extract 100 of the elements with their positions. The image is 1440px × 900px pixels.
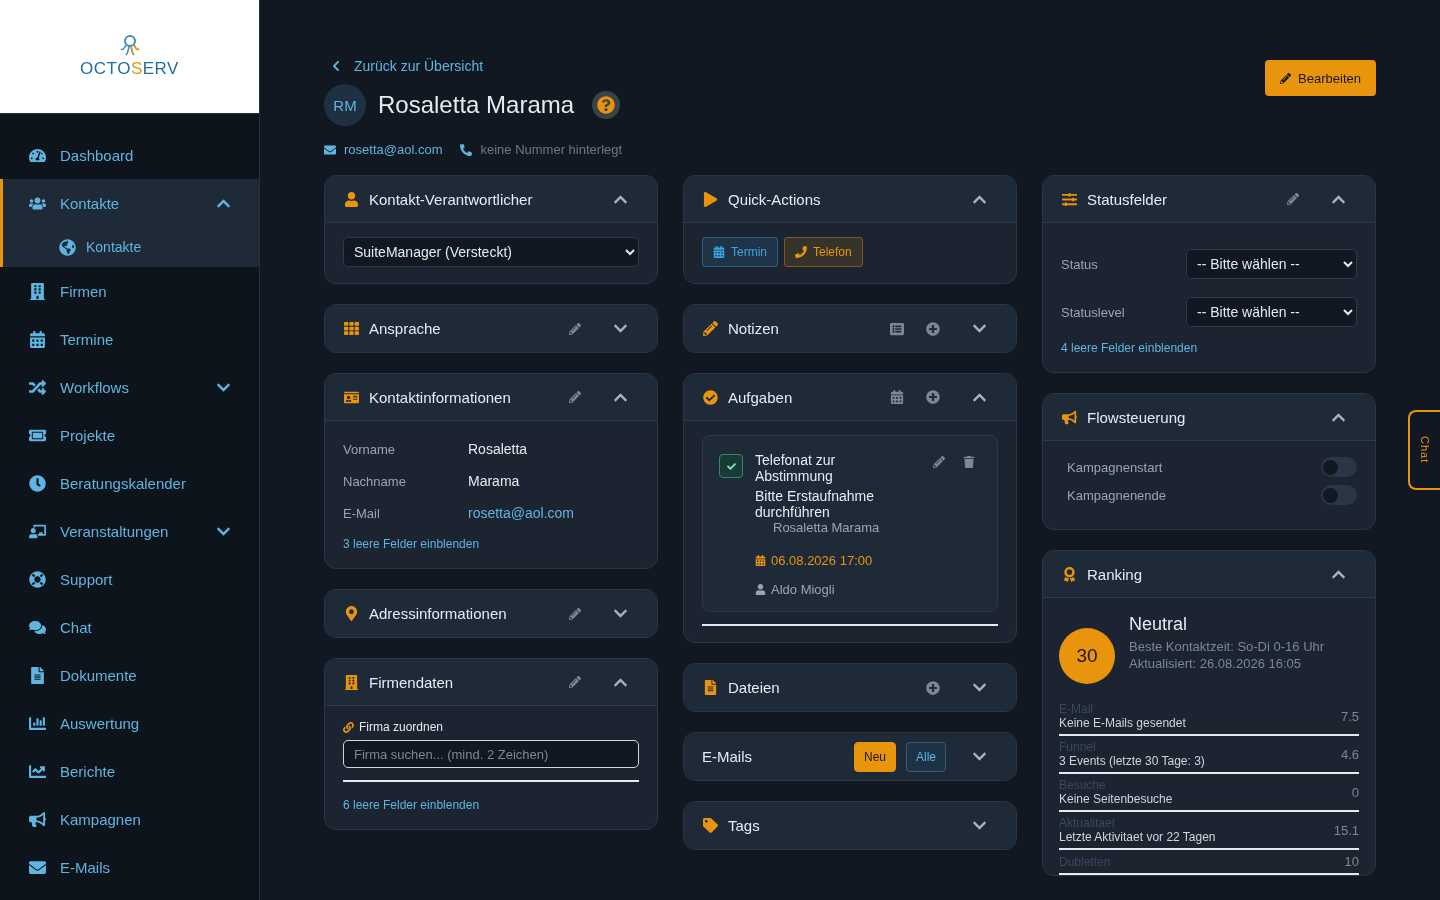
plus-icon (926, 390, 940, 404)
calendar-icon (755, 555, 766, 566)
edit-button[interactable]: Bearbeiten (1265, 60, 1376, 96)
email-link[interactable]: rosetta@aol.com (468, 505, 639, 521)
field-label: Nachname (343, 473, 407, 489)
toggle-label: Kampagnenstart (1067, 459, 1163, 475)
factor-value: 7.5 (1340, 708, 1359, 724)
logo: OCTOSERV (0, 0, 259, 114)
nav-item[interactable]: Chat (0, 603, 259, 651)
sliders-icon (1061, 191, 1077, 207)
globe-icon (58, 238, 76, 256)
nav-item[interactable]: E-Mails (0, 843, 259, 891)
chat-bubbles-icon (28, 618, 46, 636)
pencil-icon (1280, 72, 1292, 84)
nav-item[interactable]: Termine (0, 315, 259, 363)
panel-title: Firmendaten (369, 673, 455, 691)
building-icon (28, 282, 46, 300)
factor-description: 3 Events (letzte 30 Tage: 3) (1059, 754, 1206, 768)
megaphone-icon (28, 810, 46, 828)
octopus-icon (118, 34, 141, 57)
factor-value: 15.1 (1333, 822, 1359, 838)
panel-title: Dateien (728, 679, 781, 696)
nav-item[interactable]: Support (0, 555, 259, 603)
task-due-date: 06.08.2026 17:00 (771, 553, 873, 568)
panel-title: Ranking (1087, 565, 1144, 583)
filter-tab[interactable]: Neu (853, 741, 896, 772)
shuffle-icon (28, 378, 46, 396)
filter-tab[interactable]: Alle (906, 741, 946, 772)
phone-button[interactable]: Telefon (784, 237, 863, 267)
check-icon (726, 461, 736, 471)
nav-item[interactable]: Workflows (0, 363, 259, 411)
task-description: Bitte Erstaufnahme durchführen (755, 488, 876, 520)
chat-tab[interactable]: Chat (1408, 410, 1440, 490)
plus-icon (926, 680, 940, 695)
phone-icon (460, 143, 473, 156)
task-assignee: Aldo Miogli (771, 582, 835, 597)
clock-icon (28, 474, 46, 492)
gauge-icon (28, 146, 46, 164)
panel-title: Kontakt-Verantwortlicher (369, 190, 534, 208)
toggle-switch[interactable] (1321, 457, 1357, 477)
company-search-field[interactable]: Firma suchen... (mind. 2 Zeichen) (343, 740, 639, 768)
id-card-icon (343, 389, 359, 405)
responsible-select[interactable]: SuiteManager (Versteckt) (343, 237, 639, 267)
field-value: Marama (468, 473, 521, 489)
factor-value: 4.6 (1340, 746, 1359, 762)
field-label: Statuslevel (1061, 304, 1126, 320)
pencil-icon (569, 607, 581, 620)
pencil-icon (933, 456, 945, 468)
help-button[interactable] (592, 91, 621, 119)
nav-item[interactable]: Projekte (0, 411, 259, 459)
person-icon (755, 584, 766, 595)
ranking-detail: Aktualisiert: 26.08.2026 16:05 (1129, 656, 1302, 671)
person-icon (343, 191, 359, 207)
chevron-left-icon (330, 60, 342, 72)
field-label: E-Mail (343, 505, 381, 521)
envelope-icon (324, 143, 336, 156)
calendar-icon (890, 390, 904, 404)
nav-subitem[interactable]: Kontakte (0, 227, 259, 267)
document-icon (702, 680, 718, 695)
factor-description: Keine Seitenbesuche (1059, 792, 1174, 806)
task-checkbox[interactable] (719, 454, 743, 478)
envelope-icon (28, 858, 46, 876)
factor-description: Letzte Aktivitaet vor 22 Tagen (1059, 830, 1217, 844)
nav-item[interactable]: Dokumente (0, 651, 259, 699)
score-badge: 30 (1059, 628, 1115, 684)
tag-icon (702, 818, 718, 833)
nav-item[interactable]: Beratungskalender (0, 459, 259, 507)
calendar-icon (28, 330, 46, 348)
field-label: Firma zuordnen (359, 720, 444, 734)
appointment-button[interactable]: Termin (702, 237, 778, 267)
rating-label: Neutral (1129, 614, 1189, 635)
show-empty-fields-link[interactable]: 6 leere Felder einblenden (343, 798, 480, 812)
back-link[interactable]: Zurück zur Übersicht (324, 58, 623, 74)
ranking-detail: Beste Kontaktzeit: So-Di 0-16 Uhr (1129, 639, 1325, 654)
toggle-label: Kampagnenende (1067, 487, 1167, 503)
panel-title: E-Mails (702, 748, 753, 765)
nav-item[interactable]: Dashboard (0, 131, 259, 179)
nav-item[interactable]: Veranstaltungen (0, 507, 259, 555)
show-empty-fields-link[interactable]: 3 leere Felder einblenden (343, 537, 480, 551)
nav-item[interactable]: Berichte (0, 747, 259, 795)
email-link[interactable]: rosetta@aol.com (344, 142, 443, 157)
panel-title: Flowsteuerung (1087, 408, 1187, 426)
show-empty-fields-link[interactable]: 4 leere Felder einblenden (1061, 341, 1198, 355)
field-value: Rosaletta (468, 441, 529, 457)
field-label: Status (1061, 256, 1099, 272)
phone-icon (795, 246, 807, 258)
help-icon (597, 96, 616, 114)
toggle-switch[interactable] (1321, 485, 1357, 505)
nav-item[interactable]: Kampagnen (0, 795, 259, 843)
nav-item[interactable]: Kontakte (0, 179, 259, 227)
trash-icon (963, 456, 975, 468)
nav-item[interactable]: Firmen (0, 267, 259, 315)
grid-icon (343, 321, 359, 336)
phone-text: keine Nummer hinterlegt (480, 142, 623, 157)
award-icon (1061, 566, 1077, 582)
status-select[interactable]: -- Bitte wählen -- (1186, 249, 1357, 279)
nav-item[interactable]: Auswertung (0, 699, 259, 747)
status-select[interactable]: -- Bitte wählen -- (1186, 297, 1357, 327)
task-contact: Rosaletta Marama (772, 520, 881, 535)
link-icon (343, 721, 354, 733)
